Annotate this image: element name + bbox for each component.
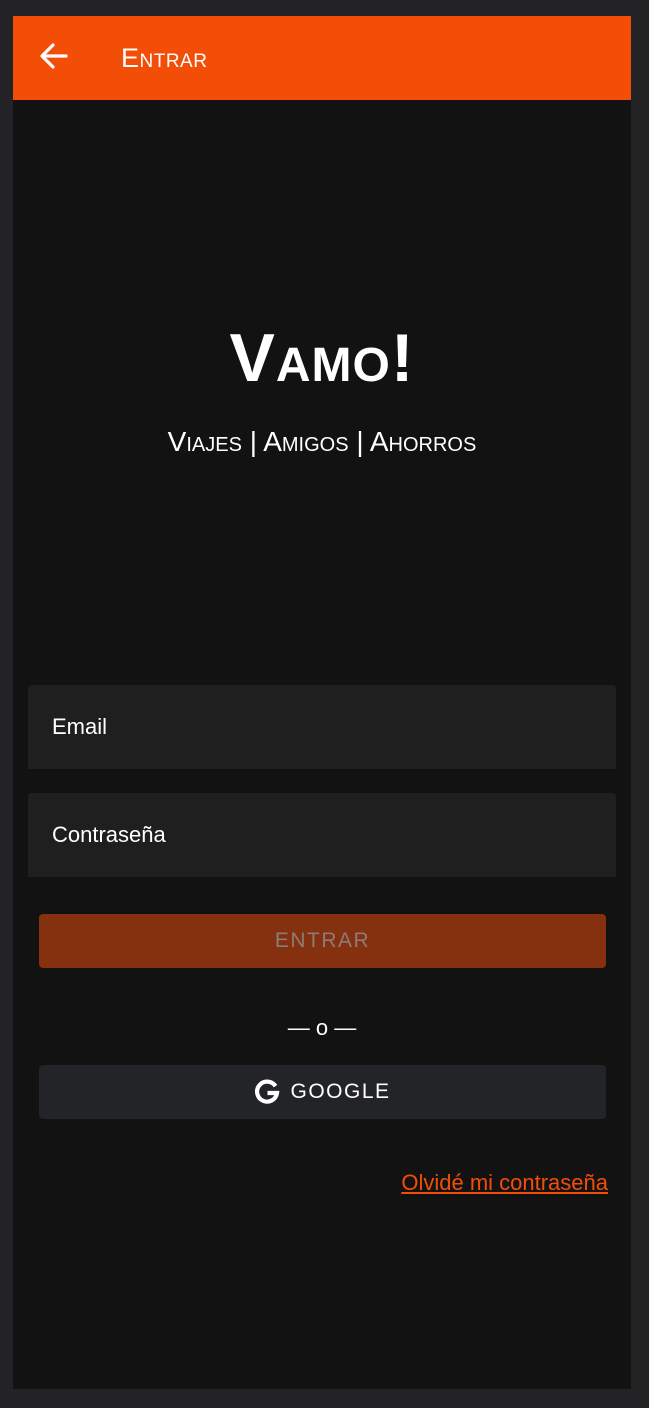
app-tagline: Viajes | Amigos | Ahorros [167,426,477,457]
page-title: Entrar [121,43,208,73]
login-screen: Entrar Vamo! Viajes | Amigos | Ahorros E… [13,16,631,1389]
login-button[interactable]: ENTRAR [39,914,606,968]
google-button-label: GOOGLE [290,1080,391,1103]
forgot-password-link[interactable]: Olvidé mi contraseña [401,1168,608,1198]
password-input[interactable] [52,793,616,877]
app-logo-title: Vamo! [229,320,415,396]
app-bar: Entrar [13,16,631,100]
password-field[interactable] [28,793,616,877]
arrow-left-icon [39,42,69,75]
email-input[interactable] [52,685,616,769]
or-divider: — o — [287,1015,357,1040]
email-field[interactable] [28,685,616,769]
google-login-button[interactable]: GOOGLE [39,1065,606,1119]
google-g-icon [254,1079,280,1105]
back-button[interactable] [35,40,73,76]
